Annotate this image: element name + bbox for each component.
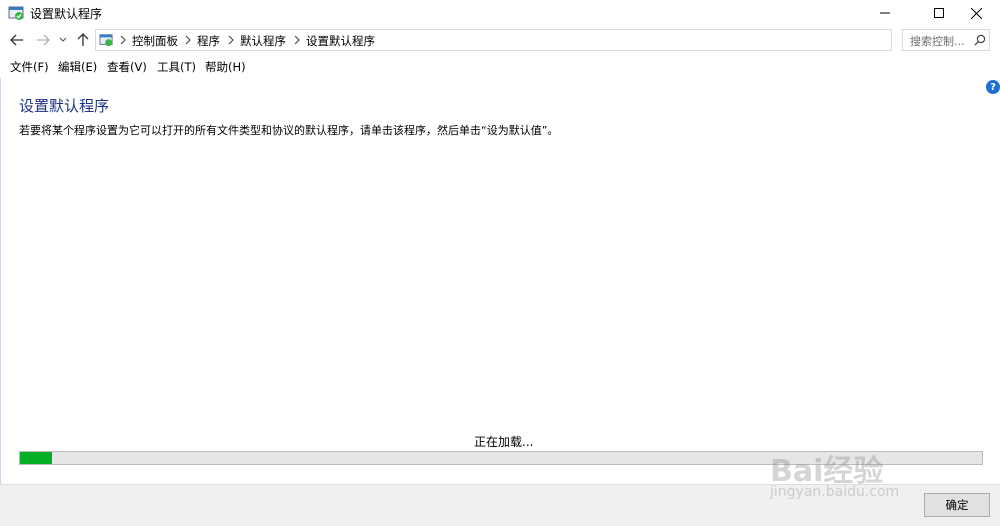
menu-file[interactable]: 文件(F) bbox=[10, 59, 49, 75]
ok-button[interactable]: 确定 bbox=[924, 493, 990, 517]
menu-edit[interactable]: 编辑(E) bbox=[58, 59, 97, 75]
dialog-footer: 确定 bbox=[0, 484, 1000, 526]
arrow-right-icon bbox=[37, 34, 50, 46]
minimize-icon bbox=[880, 12, 890, 14]
search-placeholder: 搜索控制... bbox=[910, 35, 965, 48]
recent-locations-button[interactable] bbox=[56, 30, 70, 50]
close-button[interactable] bbox=[952, 0, 1000, 26]
menu-help[interactable]: 帮助(H) bbox=[205, 59, 246, 75]
menu-bar: 文件(F) 编辑(E) 查看(V) 工具(T) 帮助(H) bbox=[0, 57, 1000, 77]
breadcrumb-control-panel[interactable]: 控制面板 bbox=[132, 33, 178, 49]
arrow-up-icon bbox=[77, 33, 89, 46]
window-title: 设置默认程序 bbox=[30, 7, 103, 21]
arrow-left-icon bbox=[10, 34, 23, 46]
up-button[interactable] bbox=[73, 30, 93, 50]
chevron-right-icon bbox=[294, 35, 300, 45]
breadcrumb-programs[interactable]: 程序 bbox=[197, 33, 220, 49]
chevron-right-icon bbox=[185, 35, 191, 45]
navigation-bar: 控制面板 程序 默认程序 设置默认程序 搜索控制... bbox=[0, 28, 1000, 52]
forward-button[interactable] bbox=[33, 30, 53, 50]
title-bar: 设置默认程序 bbox=[0, 0, 1000, 26]
search-input[interactable]: 搜索控制... bbox=[902, 29, 990, 51]
help-icon[interactable]: ? bbox=[986, 80, 1000, 94]
main-content: ? 设置默认程序 若要将某个程序设置为它可以打开的所有文件类型和协议的默认程序，… bbox=[0, 78, 1000, 484]
back-button[interactable] bbox=[7, 30, 27, 50]
loading-status: 正在加载... bbox=[474, 435, 534, 449]
loading-progress-bar bbox=[19, 451, 983, 465]
control-panel-icon bbox=[8, 6, 24, 20]
control-panel-icon bbox=[99, 34, 113, 47]
progress-fill bbox=[20, 452, 52, 464]
chevron-down-icon bbox=[59, 37, 67, 42]
address-bar[interactable]: 控制面板 程序 默认程序 设置默认程序 bbox=[95, 29, 986, 51]
maximize-icon bbox=[934, 8, 944, 18]
search-icon bbox=[974, 34, 986, 46]
chevron-right-icon bbox=[228, 35, 234, 45]
breadcrumb-default-programs[interactable]: 默认程序 bbox=[240, 33, 286, 49]
page-title: 设置默认程序 bbox=[19, 97, 110, 115]
page-description: 若要将某个程序设置为它可以打开的所有文件类型和协议的默认程序，请单击该程序，然后… bbox=[19, 124, 559, 137]
breadcrumb-set-default-programs[interactable]: 设置默认程序 bbox=[306, 33, 375, 49]
menu-view[interactable]: 查看(V) bbox=[107, 59, 147, 75]
menu-tools[interactable]: 工具(T) bbox=[157, 59, 196, 75]
close-icon bbox=[970, 7, 982, 19]
minimize-button[interactable] bbox=[862, 0, 908, 26]
chevron-right-icon bbox=[120, 35, 126, 45]
